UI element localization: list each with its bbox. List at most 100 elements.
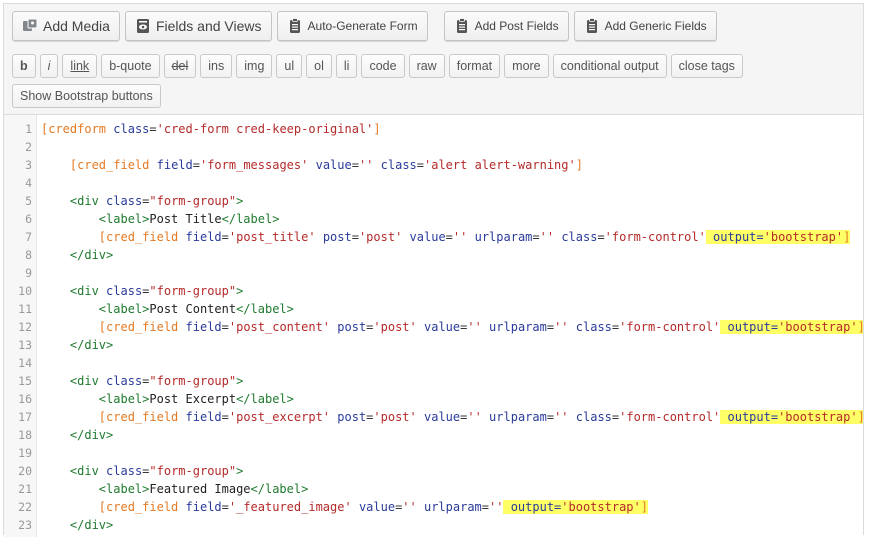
code-line[interactable]: 19: [4, 444, 863, 462]
code-token: "form-group": [149, 284, 237, 298]
code-line[interactable]: 12 [cred_field field='post_content' post…: [4, 318, 863, 336]
code-line[interactable]: 5 <div class="form-group">: [4, 192, 863, 210]
qt-del-button[interactable]: del: [163, 54, 197, 78]
add-generic-fields-button[interactable]: Add Generic Fields: [573, 11, 717, 41]
code-token: output=: [720, 320, 779, 334]
qt-conditional-output-button[interactable]: conditional output: [552, 54, 667, 78]
code-text: [cred_field field='_featured_image' valu…: [41, 498, 648, 516]
qt-li-button[interactable]: li: [335, 54, 358, 78]
code-token: </label>: [221, 212, 280, 226]
code-token: field: [156, 158, 193, 172]
code-line[interactable]: 2: [4, 138, 863, 156]
qt-blockquote-button[interactable]: b-quote: [101, 54, 160, 78]
qt-link-button[interactable]: link: [62, 54, 98, 78]
code-token: [credform: [41, 122, 107, 136]
line-number: 2: [25, 140, 32, 154]
qt-format-button[interactable]: format: [448, 54, 501, 78]
code-token: <label>: [98, 482, 150, 496]
code-line[interactable]: 6 <label>Post Title</label>: [4, 210, 863, 228]
code-text: [cred_field field='form_messages' value=…: [41, 156, 583, 174]
code-editor[interactable]: 1 [credform class='cred-form cred-keep-or…: [4, 114, 863, 537]
code-token: </div>: [69, 338, 114, 352]
code-token: <div: [69, 194, 99, 208]
code-line[interactable]: 21 <label>Featured Image</label>: [4, 480, 863, 498]
highlighted-output-attribute: output='bootstrap']: [705, 230, 851, 244]
code-token: =: [445, 230, 453, 244]
code-line[interactable]: 23 </div>: [4, 516, 863, 534]
line-number: 18: [18, 428, 32, 442]
code-token: >: [236, 374, 244, 388]
qt-ins-button[interactable]: ins: [200, 54, 233, 78]
code-token: '': [539, 230, 555, 244]
code-line[interactable]: 8 </div>: [4, 246, 863, 264]
code-line[interactable]: 10 <div class="form-group">: [4, 282, 863, 300]
code-token: =: [597, 230, 605, 244]
show-bootstrap-buttons-button[interactable]: Show Bootstrap buttons: [12, 84, 161, 108]
qt-bold-button[interactable]: b: [12, 54, 36, 78]
code-token: </label>: [236, 302, 294, 316]
fields-and-views-button[interactable]: Fields and Views: [124, 11, 272, 41]
code-text: <div class="form-group">: [41, 192, 243, 210]
code-line[interactable]: 16 <label>Post Excerpt</label>: [4, 390, 863, 408]
code-token: ]: [858, 410, 863, 424]
code-token: 'bootstrap': [561, 500, 641, 514]
code-line[interactable]: 22 [cred_field field='_featured_image' v…: [4, 498, 863, 516]
code-line[interactable]: 11 <label>Post Content</label>: [4, 300, 863, 318]
code-text: [cred_field field='post_excerpt' post='p…: [41, 408, 863, 426]
qt-code-button[interactable]: code: [361, 54, 405, 78]
qt-italic-button[interactable]: i: [39, 54, 59, 78]
code-text: <label>Post Content</label>: [41, 300, 294, 318]
code-text: </div>: [41, 246, 113, 264]
code-token: ]: [640, 500, 648, 514]
code-line[interactable]: 1 [credform class='cred-form cred-keep-or…: [4, 120, 863, 138]
code-line[interactable]: 9: [4, 264, 863, 282]
code-token: post: [337, 410, 367, 424]
code-token: =: [481, 500, 490, 514]
qt-raw-button[interactable]: raw: [408, 54, 445, 78]
code-token: class: [575, 410, 612, 424]
code-line[interactable]: 20 <div class="form-group">: [4, 462, 863, 480]
line-number: 16: [18, 392, 32, 406]
code-line[interactable]: 17 [cred_field field='post_excerpt' post…: [4, 408, 863, 426]
code-token: 'bootstrap': [763, 230, 844, 244]
qt-ul-button[interactable]: ul: [276, 54, 303, 78]
line-number: 3: [25, 158, 32, 172]
code-token: value: [315, 158, 352, 172]
line-number: 11: [18, 302, 32, 316]
qt-ol-button[interactable]: ol: [306, 54, 332, 78]
code-text: <label>Featured Image</label>: [41, 480, 309, 498]
highlighted-output-attribute: output='bootstrap']: [503, 500, 648, 514]
code-line[interactable]: 14: [4, 354, 863, 372]
add-post-fields-label: Add Post Fields: [474, 19, 559, 33]
code-text: [cred_field field='post_content' post='p…: [41, 318, 863, 336]
code-token: field: [185, 410, 222, 424]
code-line[interactable]: 15 <div class="form-group">: [4, 372, 863, 390]
code-line[interactable]: 7 [cred_field field='post_title' post='p…: [4, 228, 863, 246]
add-media-button[interactable]: Add Media: [12, 11, 120, 41]
code-line[interactable]: 13 </div>: [4, 336, 863, 354]
auto-generate-form-button[interactable]: Auto-Generate Form: [276, 11, 428, 41]
code-token: '': [554, 410, 569, 424]
media-icon: [22, 18, 38, 34]
code-line[interactable]: 3 [cred_field field='form_messages' valu…: [4, 156, 863, 174]
line-number: 14: [18, 356, 32, 370]
qt-img-button[interactable]: img: [236, 54, 273, 78]
line-number: 4: [25, 176, 32, 190]
add-post-fields-button[interactable]: Add Post Fields: [443, 11, 569, 41]
qt-more-button[interactable]: more: [504, 54, 549, 78]
qt-close-tags-button[interactable]: close tags: [670, 54, 743, 78]
code-line[interactable]: 4: [4, 174, 863, 192]
code-line[interactable]: 18 </div>: [4, 426, 863, 444]
